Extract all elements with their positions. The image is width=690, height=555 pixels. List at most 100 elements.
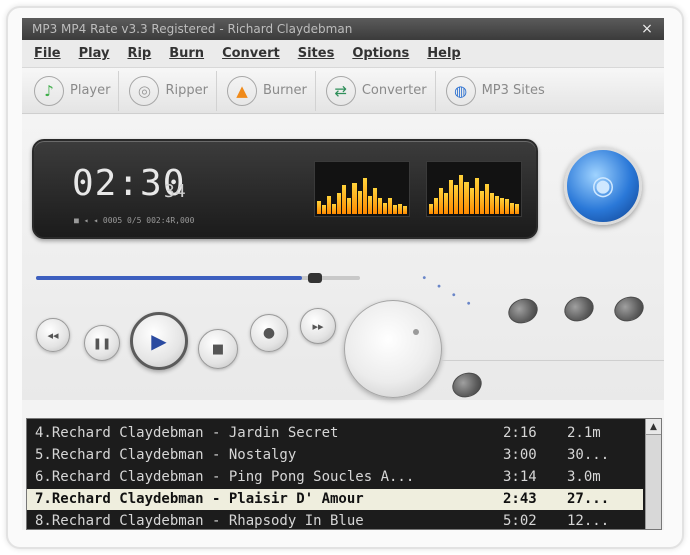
player-label: Player	[70, 83, 111, 98]
spectrum-bar	[510, 202, 515, 214]
spectrum-bar	[454, 185, 459, 214]
ripper-label: Ripper	[165, 83, 208, 98]
spectrum-bar	[499, 198, 504, 214]
lcd-display: 02:30 34 ■ ◂ ◂ 0005 0/5 002:4R,000	[32, 139, 538, 239]
playlist-scrollbar[interactable]: ▲	[645, 419, 661, 529]
spectrum-bar	[434, 198, 439, 214]
spectrum-bar	[398, 203, 403, 214]
spectrum-bar	[469, 188, 474, 214]
window-title: MP3 MP4 Rate v3.3 Registered - Richard C…	[32, 22, 353, 36]
seek-thumb[interactable]	[308, 273, 322, 283]
eq-button-2[interactable]	[560, 292, 598, 326]
stop-button[interactable]: ■	[198, 329, 238, 369]
previous-icon: ◂◂	[47, 328, 59, 342]
spectrum-bar	[429, 203, 434, 214]
panel-divider	[442, 360, 664, 400]
disc-icon: ◉	[591, 171, 615, 201]
track-size: 3.0m	[567, 469, 601, 485]
playlist-row[interactable]: 6.Rechard Claydebman - Ping Pong Soucles…	[27, 467, 643, 488]
track-duration: 3:00	[503, 447, 537, 463]
mp3-sites-button[interactable]: ◍ MP3 Sites	[442, 71, 553, 111]
spectrum-bar	[377, 198, 382, 214]
menu-help[interactable]: Help	[427, 46, 460, 61]
menu-play[interactable]: Play	[79, 46, 110, 61]
pause-icon: ❚❚	[92, 336, 112, 350]
track-size: 30...	[567, 447, 610, 463]
track-title: 7.Rechard Claydebman - Plaisir D' Amour	[35, 491, 364, 507]
next-icon: ▸▸	[312, 319, 324, 333]
spectrum-bar	[403, 206, 408, 214]
toolbar: ♪ Player ◎ Ripper ▲ Burner ⇄ Converter ◍…	[22, 68, 664, 114]
spectrum-bar	[327, 195, 332, 214]
spectrum-bar	[347, 198, 352, 214]
converter-button[interactable]: ⇄ Converter	[322, 70, 436, 111]
playlist-row-selected[interactable]: 7.Rechard Claydebman - Plaisir D' Amour …	[27, 489, 643, 510]
app-window: MP3 MP4 Rate v3.3 Registered - Richard C…	[22, 18, 664, 530]
track-duration: 2:16	[503, 425, 537, 441]
spectrum-bar	[459, 175, 464, 214]
ripper-icon: ◎	[129, 75, 160, 106]
burner-button[interactable]: ▲ Burner	[223, 70, 316, 111]
spectrum-analyzer-left	[314, 161, 410, 217]
cd-disc-button[interactable]: ◉	[564, 147, 642, 225]
previous-button[interactable]: ◂◂	[36, 318, 70, 352]
track-size: 2.1m	[567, 425, 601, 441]
ripper-button[interactable]: ◎ Ripper	[125, 70, 217, 111]
playlist-row[interactable]: 4.Rechard Claydebman - Jardin Secret 2:1…	[27, 423, 643, 444]
elapsed-fraction: 34	[164, 181, 186, 202]
eq-button-1[interactable]	[504, 294, 542, 328]
spectrum-bar	[342, 185, 347, 214]
spectrum-bar	[439, 188, 444, 214]
menu-options[interactable]: Options	[352, 46, 409, 61]
track-title: 4.Rechard Claydebman - Jardin Secret	[35, 425, 339, 441]
track-title: 6.Rechard Claydebman - Ping Pong Soucles…	[35, 469, 415, 485]
spectrum-bar	[382, 202, 387, 214]
pause-button[interactable]: ❚❚	[84, 325, 120, 361]
knob-indicator	[413, 329, 419, 335]
display-status-line: ■ ◂ ◂ 0005 0/5 002:4R,000	[74, 216, 195, 225]
spectrum-bar	[332, 203, 337, 214]
spectrum-bar	[322, 204, 327, 214]
playlist: 4.Rechard Claydebman - Jardin Secret 2:1…	[26, 418, 662, 530]
spectrum-bar	[362, 177, 367, 214]
track-size: 12...	[567, 513, 610, 529]
burner-label: Burner	[262, 83, 307, 98]
spectrum-bar	[484, 183, 489, 214]
seek-slider[interactable]	[36, 273, 360, 283]
record-button[interactable]: ●	[250, 314, 288, 352]
volume-knob[interactable]	[344, 300, 442, 398]
record-icon: ●	[262, 325, 276, 341]
spectrum-bar	[444, 193, 449, 214]
playlist-row[interactable]: 5.Rechard Claydebman - Nostalgy 3:00 30.…	[27, 445, 643, 466]
track-title: 5.Rechard Claydebman - Nostalgy	[35, 447, 297, 463]
spectrum-bar	[352, 182, 357, 214]
close-icon[interactable]: ×	[638, 18, 656, 40]
menu-rip[interactable]: Rip	[127, 46, 151, 61]
spectrum-analyzer-right	[426, 161, 522, 217]
track-duration: 3:14	[503, 469, 537, 485]
spectrum-bar	[317, 201, 322, 214]
playlist-row[interactable]: 8.Rechard Claydebman - Rhapsody In Blue …	[27, 511, 643, 529]
player-button[interactable]: ♪ Player	[30, 70, 120, 111]
track-duration: 2:43	[503, 491, 537, 507]
menu-burn[interactable]: Burn	[169, 46, 204, 61]
next-button[interactable]: ▸▸	[300, 308, 336, 344]
play-button[interactable]: ▶	[130, 312, 188, 370]
spectrum-bar	[474, 177, 479, 214]
globe-icon: ◍	[445, 75, 476, 106]
menu-convert[interactable]: Convert	[222, 46, 280, 61]
spectrum-bar	[387, 198, 392, 214]
player-panel: 02:30 34 ■ ◂ ◂ 0005 0/5 002:4R,000 ◉ ◂◂ …	[22, 115, 664, 402]
converter-label: Converter	[361, 83, 427, 98]
stop-icon: ■	[211, 341, 225, 357]
volume-scale-marks: • • • •	[418, 272, 477, 313]
play-icon: ▶	[151, 329, 167, 353]
scroll-up-arrow-icon[interactable]: ▲	[646, 419, 661, 435]
menu-sites[interactable]: Sites	[298, 46, 335, 61]
mp3-sites-label: MP3 Sites	[481, 83, 545, 98]
spectrum-bar	[515, 203, 520, 214]
eq-button-3[interactable]	[610, 292, 648, 326]
spectrum-bar	[337, 193, 342, 214]
spectrum-bar	[372, 188, 377, 214]
menu-file[interactable]: File	[34, 46, 61, 61]
